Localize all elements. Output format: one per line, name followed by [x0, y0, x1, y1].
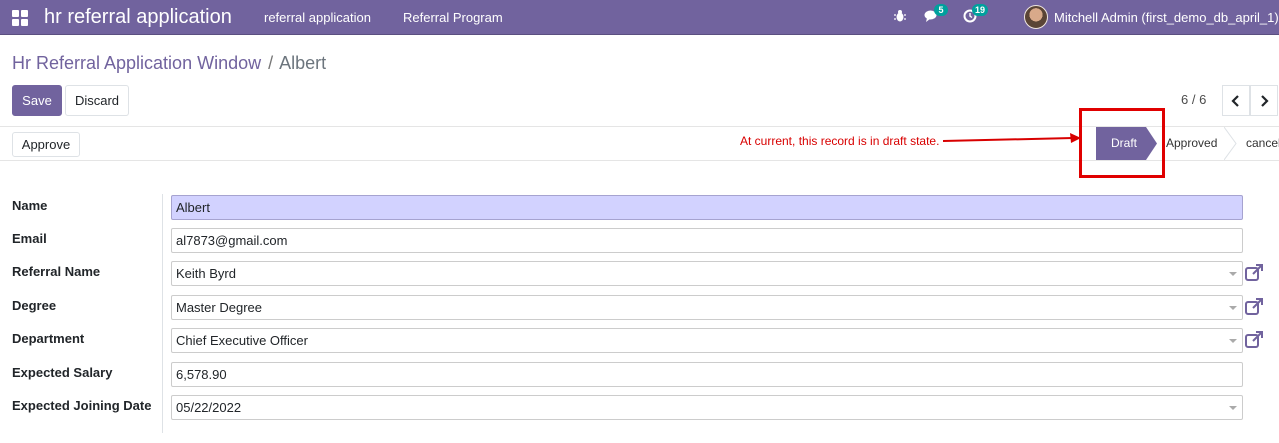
label-email: Email [12, 231, 47, 246]
chevron-left-icon [1231, 95, 1239, 107]
menu-referral-program[interactable]: Referral Program [403, 10, 503, 25]
degree-input[interactable]: Master Degree [171, 295, 1243, 320]
annotation-text: At current, this record is in draft stat… [740, 134, 940, 148]
label-referral-name: Referral Name [12, 264, 101, 279]
user-avatar[interactable] [1024, 5, 1048, 29]
expected-joining-date-input[interactable]: 05/22/2022 [171, 395, 1243, 420]
referral-name-input[interactable]: Keith Byrd [171, 261, 1243, 286]
pager-previous-button[interactable] [1222, 85, 1250, 116]
apps-menu-icon[interactable] [12, 10, 28, 26]
department-value: Chief Executive Officer [176, 333, 308, 348]
user-menu-name[interactable]: Mitchell Admin (first_demo_db_april_1) [1054, 10, 1279, 25]
email-input[interactable]: al7873@gmail.com [171, 228, 1243, 253]
stage-cancel[interactable]: cancel [1246, 127, 1279, 160]
name-input[interactable]: Albert [171, 195, 1243, 220]
app-title[interactable]: hr referral application [44, 6, 232, 29]
department-external-link-icon[interactable] [1244, 330, 1264, 350]
approve-button[interactable]: Approve [12, 132, 80, 157]
department-caret-icon[interactable] [1229, 339, 1237, 343]
degree-caret-icon[interactable] [1229, 306, 1237, 310]
label-expected-salary: Expected Salary [12, 365, 113, 380]
label-column-divider [162, 194, 163, 433]
top-navbar: hr referral application referral applica… [0, 0, 1279, 35]
breadcrumb-separator: / [268, 53, 274, 73]
label-name: Name [12, 198, 48, 213]
breadcrumb: Hr Referral Application Window / Albert [12, 53, 326, 74]
messages-badge: 5 [934, 4, 948, 16]
label-degree: Degree [12, 298, 57, 313]
messages-icon[interactable]: 5 [924, 4, 948, 25]
stage-approved[interactable]: Approved [1166, 127, 1217, 160]
expected-salary-input[interactable]: 6,578.90 [171, 362, 1243, 387]
degree-external-link-icon[interactable] [1244, 297, 1264, 317]
degree-value: Master Degree [176, 300, 262, 315]
expected-joining-date-value: 05/22/2022 [176, 400, 242, 415]
breadcrumb-parent[interactable]: Hr Referral Application Window [12, 53, 261, 73]
debug-icon[interactable] [893, 9, 909, 25]
label-department: Department [12, 331, 85, 346]
referral-name-value: Keith Byrd [176, 266, 236, 281]
referral-name-external-link-icon[interactable] [1244, 263, 1264, 283]
stage-divider-icon [1224, 127, 1237, 160]
referral-name-caret-icon[interactable] [1229, 272, 1237, 276]
pager-next-button[interactable] [1250, 85, 1278, 116]
label-expected-joining-date: Expected Joining Date [12, 398, 152, 413]
menu-referral-application[interactable]: referral application [264, 10, 371, 25]
discard-button[interactable]: Discard [65, 85, 129, 116]
annotation-arrow-icon [943, 133, 1081, 143]
activities-icon[interactable]: 19 [963, 4, 989, 25]
annotation-highlight-box [1079, 108, 1165, 178]
save-button[interactable]: Save [12, 85, 62, 116]
department-input[interactable]: Chief Executive Officer [171, 328, 1243, 353]
breadcrumb-current: Albert [279, 53, 327, 73]
activities-badge: 19 [972, 4, 989, 16]
pager-value[interactable]: 6 / 6 [1181, 92, 1206, 107]
expected-joining-date-caret-icon[interactable] [1229, 406, 1237, 410]
chevron-right-icon [1261, 95, 1269, 107]
